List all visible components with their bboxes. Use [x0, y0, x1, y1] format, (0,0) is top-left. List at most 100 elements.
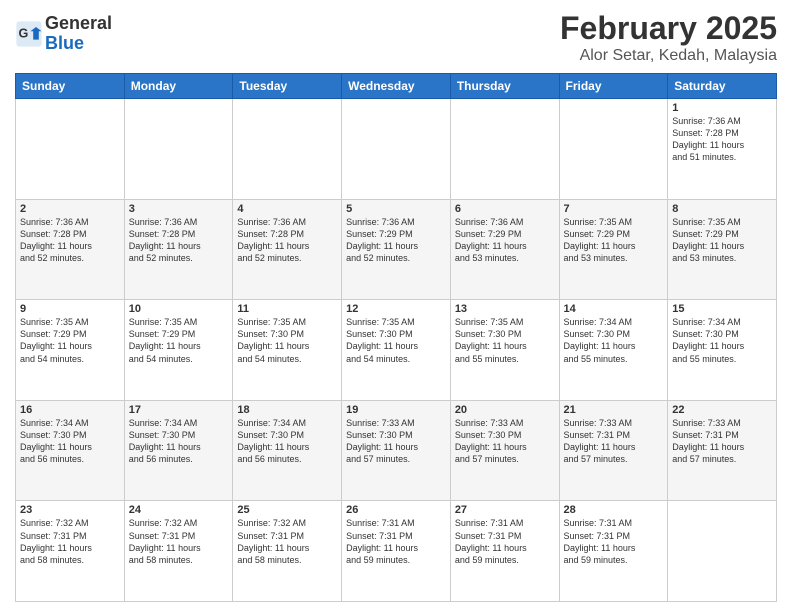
day-number: 7	[564, 203, 664, 215]
calendar-cell: 11Sunrise: 7:35 AM Sunset: 7:30 PM Dayli…	[233, 300, 342, 401]
logo: G General Blue	[15, 14, 112, 54]
week-row-3: 16Sunrise: 7:34 AM Sunset: 7:30 PM Dayli…	[16, 400, 777, 501]
day-info: Sunrise: 7:35 AM Sunset: 7:29 PM Dayligh…	[129, 316, 229, 365]
calendar-cell: 8Sunrise: 7:35 AM Sunset: 7:29 PM Daylig…	[668, 199, 777, 300]
day-info: Sunrise: 7:34 AM Sunset: 7:30 PM Dayligh…	[672, 316, 772, 365]
calendar-cell: 1Sunrise: 7:36 AM Sunset: 7:28 PM Daylig…	[668, 99, 777, 200]
week-row-1: 2Sunrise: 7:36 AM Sunset: 7:28 PM Daylig…	[16, 199, 777, 300]
calendar-cell: 13Sunrise: 7:35 AM Sunset: 7:30 PM Dayli…	[450, 300, 559, 401]
calendar-cell	[342, 99, 451, 200]
calendar-cell: 28Sunrise: 7:31 AM Sunset: 7:31 PM Dayli…	[559, 501, 668, 602]
page: G General Blue February 2025 Alor Setar,…	[0, 0, 792, 612]
day-info: Sunrise: 7:31 AM Sunset: 7:31 PM Dayligh…	[564, 517, 664, 566]
calendar-cell: 3Sunrise: 7:36 AM Sunset: 7:28 PM Daylig…	[124, 199, 233, 300]
logo-general: General	[45, 14, 112, 34]
day-number: 18	[237, 404, 337, 416]
day-info: Sunrise: 7:36 AM Sunset: 7:29 PM Dayligh…	[455, 216, 555, 265]
weekday-header-saturday: Saturday	[668, 74, 777, 99]
day-number: 10	[129, 303, 229, 315]
day-info: Sunrise: 7:34 AM Sunset: 7:30 PM Dayligh…	[129, 417, 229, 466]
week-row-2: 9 Sunrise: 7:35 AM Sunset: 7:29 PM Daylig…	[16, 300, 777, 401]
day-number: 14	[564, 303, 664, 315]
day-number: 9	[20, 303, 120, 315]
calendar-body: 1Sunrise: 7:36 AM Sunset: 7:28 PM Daylig…	[16, 99, 777, 602]
day-info: Sunrise: 7:33 AM Sunset: 7:30 PM Dayligh…	[346, 417, 446, 466]
calendar-cell: 14Sunrise: 7:34 AM Sunset: 7:30 PM Dayli…	[559, 300, 668, 401]
calendar-cell: 19Sunrise: 7:33 AM Sunset: 7:30 PM Dayli…	[342, 400, 451, 501]
day-number: 21	[564, 404, 664, 416]
calendar-table: SundayMondayTuesdayWednesdayThursdayFrid…	[15, 73, 777, 602]
day-number: 4	[237, 203, 337, 215]
calendar-cell: 10Sunrise: 7:35 AM Sunset: 7:29 PM Dayli…	[124, 300, 233, 401]
calendar-cell: 4Sunrise: 7:36 AM Sunset: 7:28 PM Daylig…	[233, 199, 342, 300]
week-row-4: 23Sunrise: 7:32 AM Sunset: 7:31 PM Dayli…	[16, 501, 777, 602]
day-number: 8	[672, 203, 772, 215]
calendar-cell: 12Sunrise: 7:35 AM Sunset: 7:30 PM Dayli…	[342, 300, 451, 401]
calendar-cell: 23Sunrise: 7:32 AM Sunset: 7:31 PM Dayli…	[16, 501, 125, 602]
day-info: Sunrise: 7:34 AM Sunset: 7:30 PM Dayligh…	[20, 417, 120, 466]
logo-text: General Blue	[45, 14, 112, 54]
calendar-cell	[233, 99, 342, 200]
day-number: 12	[346, 303, 446, 315]
day-number: 13	[455, 303, 555, 315]
weekday-header-monday: Monday	[124, 74, 233, 99]
calendar-cell: 20Sunrise: 7:33 AM Sunset: 7:30 PM Dayli…	[450, 400, 559, 501]
day-info: Sunrise: 7:31 AM Sunset: 7:31 PM Dayligh…	[346, 517, 446, 566]
day-number: 16	[20, 404, 120, 416]
day-number: 22	[672, 404, 772, 416]
day-number: 19	[346, 404, 446, 416]
calendar-cell: 7Sunrise: 7:35 AM Sunset: 7:29 PM Daylig…	[559, 199, 668, 300]
day-info: Sunrise: 7:35 AM Sunset: 7:30 PM Dayligh…	[346, 316, 446, 365]
day-info: Sunrise: 7:33 AM Sunset: 7:30 PM Dayligh…	[455, 417, 555, 466]
day-number: 3	[129, 203, 229, 215]
day-info: Sunrise: 7:35 AM Sunset: 7:29 PM Dayligh…	[672, 216, 772, 265]
day-number: 25	[237, 504, 337, 516]
day-info: Sunrise: 7:34 AM Sunset: 7:30 PM Dayligh…	[564, 316, 664, 365]
day-info: Sunrise: 7:35 AM Sunset: 7:29 PM Dayligh…	[564, 216, 664, 265]
day-number: 24	[129, 504, 229, 516]
day-info: Sunrise: 7:35 AM Sunset: 7:30 PM Dayligh…	[237, 316, 337, 365]
calendar-cell: 26Sunrise: 7:31 AM Sunset: 7:31 PM Dayli…	[342, 501, 451, 602]
weekday-header-thursday: Thursday	[450, 74, 559, 99]
day-info: Sunrise: 7:35 AM Sunset: 7:30 PM Dayligh…	[455, 316, 555, 365]
day-info: Sunrise: 7:32 AM Sunset: 7:31 PM Dayligh…	[237, 517, 337, 566]
day-info: Sunrise: 7:36 AM Sunset: 7:28 PM Dayligh…	[129, 216, 229, 265]
calendar-cell: 27Sunrise: 7:31 AM Sunset: 7:31 PM Dayli…	[450, 501, 559, 602]
day-number: 2	[20, 203, 120, 215]
sub-title: Alor Setar, Kedah, Malaysia	[560, 47, 777, 65]
calendar-cell: 22Sunrise: 7:33 AM Sunset: 7:31 PM Dayli…	[668, 400, 777, 501]
weekday-header-tuesday: Tuesday	[233, 74, 342, 99]
day-number: 27	[455, 504, 555, 516]
weekday-header-friday: Friday	[559, 74, 668, 99]
calendar-cell: 16Sunrise: 7:34 AM Sunset: 7:30 PM Dayli…	[16, 400, 125, 501]
day-number: 6	[455, 203, 555, 215]
day-info: Sunrise: 7:34 AM Sunset: 7:30 PM Dayligh…	[237, 417, 337, 466]
day-info: Sunrise: 7:36 AM Sunset: 7:28 PM Dayligh…	[20, 216, 120, 265]
calendar-cell: 6Sunrise: 7:36 AM Sunset: 7:29 PM Daylig…	[450, 199, 559, 300]
day-info: Sunrise: 7:36 AM Sunset: 7:28 PM Dayligh…	[672, 115, 772, 164]
calendar-cell: 21Sunrise: 7:33 AM Sunset: 7:31 PM Dayli…	[559, 400, 668, 501]
calendar-cell: 5Sunrise: 7:36 AM Sunset: 7:29 PM Daylig…	[342, 199, 451, 300]
calendar-header: SundayMondayTuesdayWednesdayThursdayFrid…	[16, 74, 777, 99]
day-info: Sunrise: 7:32 AM Sunset: 7:31 PM Dayligh…	[20, 517, 120, 566]
logo-blue: Blue	[45, 34, 112, 54]
calendar-cell	[450, 99, 559, 200]
day-number: 26	[346, 504, 446, 516]
calendar-cell: 2Sunrise: 7:36 AM Sunset: 7:28 PM Daylig…	[16, 199, 125, 300]
calendar-cell	[124, 99, 233, 200]
calendar-cell	[16, 99, 125, 200]
calendar-cell	[668, 501, 777, 602]
day-info: Sunrise: 7:36 AM Sunset: 7:29 PM Dayligh…	[346, 216, 446, 265]
day-number: 11	[237, 303, 337, 315]
day-number: 28	[564, 504, 664, 516]
logo-icon: G	[15, 20, 43, 48]
calendar-cell: 18Sunrise: 7:34 AM Sunset: 7:30 PM Dayli…	[233, 400, 342, 501]
main-title: February 2025	[560, 10, 777, 47]
calendar-cell	[559, 99, 668, 200]
day-info: Sunrise: 7:36 AM Sunset: 7:28 PM Dayligh…	[237, 216, 337, 265]
day-number: 17	[129, 404, 229, 416]
week-row-0: 1Sunrise: 7:36 AM Sunset: 7:28 PM Daylig…	[16, 99, 777, 200]
day-number: 20	[455, 404, 555, 416]
day-number: 5	[346, 203, 446, 215]
weekday-header-wednesday: Wednesday	[342, 74, 451, 99]
